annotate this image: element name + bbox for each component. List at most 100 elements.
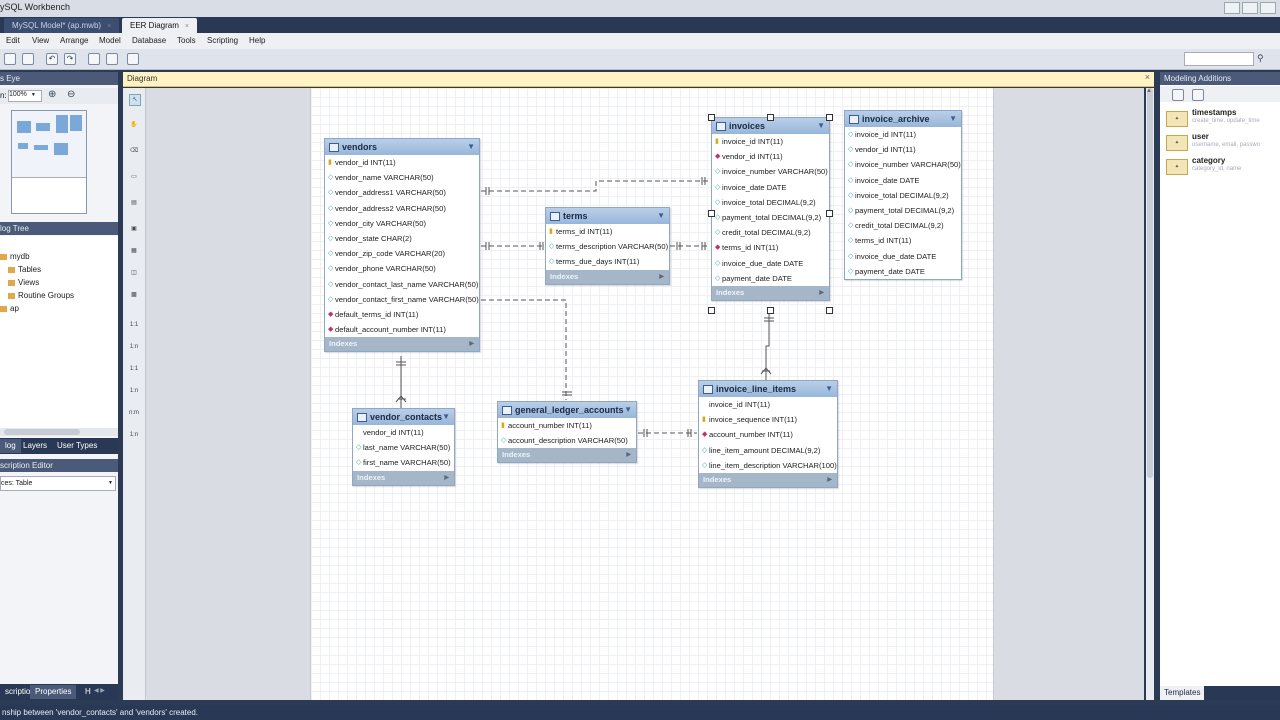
table-vendor-contacts[interactable]: vendor_contacts ▼ vendor_id INT(11) ◇ last_… bbox=[352, 408, 455, 486]
table-header[interactable]: vendors ▼ bbox=[325, 139, 479, 155]
table-general-ledger-accounts[interactable]: general_ledger_accounts ▼ ▮ account_number… bbox=[497, 401, 637, 464]
column-row[interactable]: ◇ terms_description VARCHAR(50) bbox=[546, 239, 669, 254]
template-timestamps[interactable]: ✦ timestamps create_time, update_time bbox=[1164, 108, 1280, 130]
indexes-section[interactable]: Indexes ▶ bbox=[325, 337, 479, 352]
selection-handle[interactable] bbox=[826, 307, 833, 314]
selection-handle[interactable] bbox=[708, 307, 715, 314]
column-row[interactable]: ◇ terms_due_days INT(11) bbox=[546, 254, 669, 269]
relation-1-1-id-icon[interactable]: 1:1 bbox=[129, 364, 139, 374]
menu-view[interactable]: View bbox=[32, 36, 49, 45]
relation-1-n-id-icon[interactable]: 1:n bbox=[129, 386, 139, 396]
tree-item-routine-groups[interactable]: Routine Groups bbox=[8, 291, 74, 300]
expand-icon[interactable]: ▶ bbox=[827, 473, 832, 487]
column-row[interactable]: ◆ default_account_number INT(11) bbox=[325, 322, 479, 337]
horizontal-scrollbar[interactable] bbox=[0, 428, 118, 436]
zoom-in-icon[interactable]: ⊕ bbox=[48, 89, 56, 100]
selection-handle[interactable] bbox=[708, 114, 715, 121]
table-header[interactable]: vendor_contacts ▼ bbox=[353, 409, 454, 425]
relation-existing-icon[interactable]: 1:n bbox=[129, 430, 139, 440]
column-row[interactable]: ◇ credit_total DECIMAL(9,2) bbox=[845, 218, 961, 233]
routine-tool-icon[interactable]: ▩ bbox=[129, 290, 139, 300]
column-row[interactable]: ◇ invoice_total DECIMAL(9,2) bbox=[712, 195, 829, 210]
column-row[interactable]: ◇ invoice_total DECIMAL(9,2) bbox=[845, 188, 961, 203]
indexes-section[interactable]: Indexes ▶ bbox=[498, 448, 636, 463]
column-row[interactable]: ◇ vendor_id INT(11) bbox=[845, 142, 961, 157]
menu-arrange[interactable]: Arrange bbox=[60, 36, 88, 45]
selection-handle[interactable] bbox=[767, 114, 774, 121]
selection-handle[interactable] bbox=[708, 210, 715, 217]
menu-scripting[interactable]: Scripting bbox=[207, 36, 238, 45]
column-row[interactable]: ◇ line_item_description VARCHAR(100) bbox=[699, 458, 837, 473]
collapse-icon[interactable]: ▼ bbox=[949, 111, 957, 127]
column-row[interactable]: ▮ account_number INT(11) bbox=[498, 418, 636, 433]
column-row[interactable]: ◇ vendor_contact_first_name VARCHAR(50) bbox=[325, 292, 479, 307]
maximize-icon[interactable] bbox=[1242, 2, 1258, 14]
folder-icon[interactable] bbox=[1192, 89, 1204, 101]
column-row[interactable]: ◆ vendor_id INT(11) bbox=[712, 149, 829, 164]
tab-model[interactable]: MySQL Model* (ap.mwb) × bbox=[4, 18, 120, 33]
column-row[interactable]: ◇ payment_date DATE bbox=[712, 271, 829, 286]
menu-tools[interactable]: Tools bbox=[177, 36, 196, 45]
template-user[interactable]: ✦ user username, email, passwo bbox=[1164, 132, 1280, 154]
tab-properties[interactable]: Properties bbox=[30, 685, 77, 699]
column-row[interactable]: ◆ default_terms_id INT(11) bbox=[325, 307, 479, 322]
menu-help[interactable]: Help bbox=[249, 36, 265, 45]
table-header[interactable]: general_ledger_accounts ▼ bbox=[498, 402, 636, 418]
column-row[interactable]: ◇ credit_total DECIMAL(9,2) bbox=[712, 225, 829, 240]
eraser-tool-icon[interactable]: ⌫ bbox=[129, 146, 139, 156]
birds-eye-thumbnail[interactable] bbox=[11, 110, 87, 214]
collapse-icon[interactable]: ▼ bbox=[442, 409, 450, 425]
tab-templates[interactable]: Templates bbox=[1160, 686, 1205, 700]
zoom-out-icon[interactable]: ⊖ bbox=[67, 89, 75, 100]
collapse-icon[interactable]: ▼ bbox=[467, 139, 475, 155]
scrollbar-thumb[interactable] bbox=[1147, 88, 1153, 478]
pointer-tool-icon[interactable]: ↖ bbox=[129, 94, 141, 106]
tree-item-tables[interactable]: Tables bbox=[8, 265, 41, 274]
column-row[interactable]: ◇ invoice_due_date DATE bbox=[845, 249, 961, 264]
column-row[interactable]: ◇ payment_total DECIMAL(9,2) bbox=[712, 210, 829, 225]
close-icon[interactable]: × bbox=[1145, 72, 1150, 82]
selection-handle[interactable] bbox=[826, 210, 833, 217]
undo-icon[interactable]: ↶ bbox=[46, 53, 58, 65]
menu-database[interactable]: Database bbox=[132, 36, 166, 45]
align-icon[interactable] bbox=[106, 53, 118, 65]
tree-item-mydb[interactable]: mydb bbox=[0, 252, 30, 261]
column-row[interactable]: ▮ invoice_id INT(11) bbox=[712, 134, 829, 149]
add-template-icon[interactable] bbox=[1172, 89, 1184, 101]
column-row[interactable]: ◇ payment_date DATE bbox=[845, 264, 961, 279]
note-tool-icon[interactable]: ▤ bbox=[129, 198, 139, 208]
tab-layers[interactable]: Layers bbox=[18, 439, 52, 453]
minimize-icon[interactable] bbox=[1224, 2, 1240, 14]
scroll-up-icon[interactable]: ▲ bbox=[1146, 88, 1152, 94]
toggle-grid-icon[interactable] bbox=[88, 53, 100, 65]
table-invoice-line-items[interactable]: invoice_line_items ▼ invoice_id INT(11) ▮ i… bbox=[698, 380, 838, 488]
table-terms[interactable]: terms ▼ ▮ terms_id INT(11) ◇ terms_descripti… bbox=[545, 207, 670, 285]
zoom-select[interactable]: 100% ▼ bbox=[8, 90, 42, 102]
table-header[interactable]: invoice_archive ▼ bbox=[845, 111, 961, 127]
column-row[interactable]: ◇ terms_id INT(11) bbox=[845, 233, 961, 248]
column-row[interactable]: ◇ vendor_city VARCHAR(50) bbox=[325, 216, 479, 231]
collapse-icon[interactable]: ▼ bbox=[825, 381, 833, 397]
page-icon[interactable] bbox=[127, 53, 139, 65]
column-row[interactable]: ◆ account_number INT(11) bbox=[699, 427, 837, 442]
indexes-section[interactable]: Indexes ▶ bbox=[699, 472, 837, 487]
expand-icon[interactable]: ▶ bbox=[819, 286, 824, 300]
redo-icon[interactable]: ↷ bbox=[64, 53, 76, 65]
column-row[interactable]: ◇ invoice_due_date DATE bbox=[712, 256, 829, 271]
column-row[interactable]: ◇ invoice_date DATE bbox=[845, 173, 961, 188]
menu-edit[interactable]: Edit bbox=[6, 36, 20, 45]
column-row[interactable]: ◇ invoice_number VARCHAR(50) bbox=[845, 157, 961, 172]
indexes-section[interactable]: Indexes ▶ bbox=[712, 285, 829, 300]
tab-close-icon[interactable]: × bbox=[107, 23, 111, 30]
table-invoice-archive[interactable]: invoice_archive ▼ ◇ invoice_id INT(11) ◇ ven… bbox=[844, 110, 962, 280]
column-row[interactable]: vendor_id INT(11) bbox=[353, 425, 454, 440]
table-vendors[interactable]: vendors ▼ ▮ vendor_id INT(11) ◇ vendor_name … bbox=[324, 138, 480, 353]
expand-icon[interactable]: ▶ bbox=[626, 448, 631, 462]
column-row[interactable]: ◇ last_name VARCHAR(50) bbox=[353, 440, 454, 455]
expand-icon[interactable]: ▶ bbox=[444, 471, 449, 485]
close-icon[interactable] bbox=[1260, 2, 1276, 14]
vertical-scrollbar[interactable] bbox=[1146, 88, 1154, 700]
tab-scroll-icon[interactable]: ◀ ▶ bbox=[94, 687, 105, 694]
column-row[interactable]: ▮ terms_id INT(11) bbox=[546, 224, 669, 239]
search-icon[interactable]: ⚲ bbox=[1257, 53, 1264, 64]
